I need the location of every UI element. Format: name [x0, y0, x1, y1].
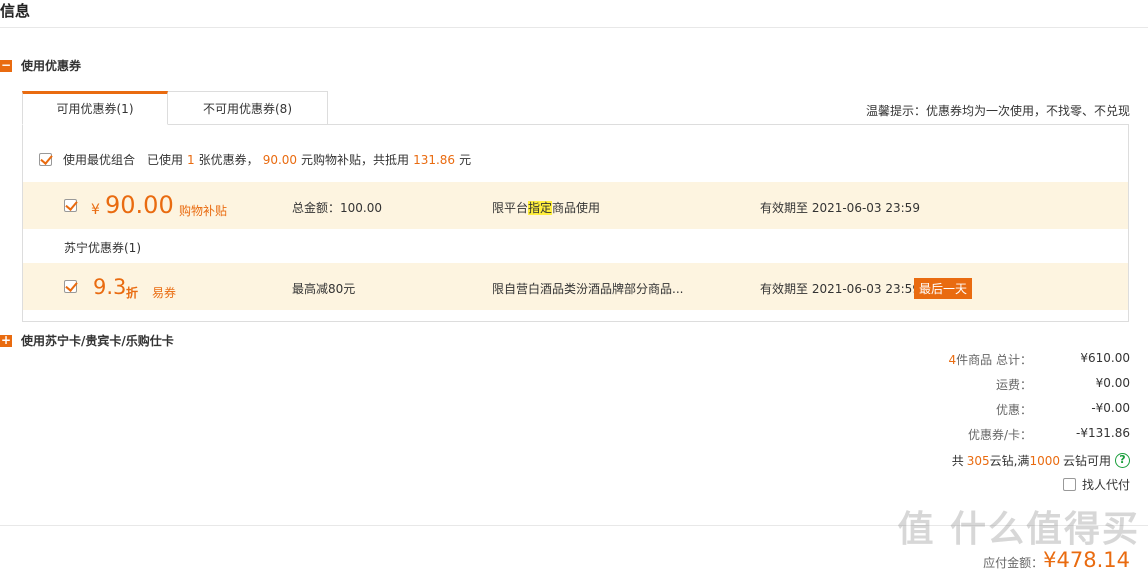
diamond-pre: 共: [951, 454, 964, 468]
coupon-total-value: -¥131.86: [1076, 426, 1130, 440]
optimal-used-pre: 已使用: [147, 153, 184, 167]
coupon-subsidy-checkbox[interactable]: [64, 199, 77, 212]
watermark-logo: 值 什么值得买: [897, 509, 1140, 550]
card-section-header[interactable]: + 使用苏宁卡/贵宾卡/乐购仕卡: [0, 332, 174, 349]
goods-total: ¥610.00: [1080, 351, 1130, 365]
optimal-subsidy-amount: 90.00: [262, 152, 298, 167]
discount-value: -¥0.00: [1091, 401, 1130, 415]
optimal-used-count: 1: [187, 152, 195, 167]
coupon-subsidy-type: 购物补贴: [179, 204, 228, 218]
proxy-pay-line[interactable]: 找人代付: [1062, 476, 1130, 493]
suning-coupon-group-label: 苏宁优惠券(1): [64, 241, 141, 255]
diamond-mid: 云钻,满: [989, 454, 1030, 468]
optimal-combo-checkbox[interactable]: [39, 153, 52, 166]
optimal-combo-label: 使用最优组合: [63, 153, 136, 167]
optimal-used-mid: 张优惠券，: [198, 153, 259, 167]
coupon-subsidy-scope: 限平台指定商品使用: [492, 201, 601, 215]
coupon-row-discount[interactable]: 9.3 折 易券 最高减80元 限自营白酒品类汾酒品牌部分商品... 有效期至 …: [23, 263, 1128, 310]
coupon-subsidy-currency: ¥: [91, 202, 100, 218]
coupon-discount-expiry: 有效期至 2021-06-03 23:59: [760, 282, 920, 296]
discount-label: 优惠：: [995, 403, 1032, 417]
payable-label: 应付金额：: [983, 556, 1044, 570]
diamond-line: 共 305 云钻,满 1000 云钻可用 ?: [952, 452, 1130, 469]
optimal-unit: 元: [459, 153, 472, 167]
summary-coupon-line: 优惠券/卡： -¥131.86: [968, 426, 1130, 443]
summary-goods-line: 4件商品 总计： ¥610.00: [949, 351, 1130, 368]
coupon-section-header[interactable]: − 使用优惠券: [0, 57, 81, 74]
proxy-pay-checkbox[interactable]: [1062, 478, 1076, 491]
optimal-total: 131.86: [413, 152, 456, 167]
coupon-total-label: 优惠券/卡：: [967, 428, 1032, 442]
coupon-tip: 温馨提示：优惠券均为一次使用，不找零、不兑现: [865, 104, 1130, 118]
optimal-subsidy-mid: 元购物补贴，共抵用: [301, 153, 410, 167]
diamond-post: 云钻可用: [1062, 454, 1111, 468]
coupon-subsidy-condition: 总金额：100.00: [292, 201, 382, 215]
tab-available-coupons[interactable]: 可用优惠券(1): [22, 91, 168, 125]
coupon-discount-condition: 最高减80元: [292, 282, 356, 296]
collapse-icon[interactable]: −: [0, 59, 12, 72]
coupon-subsidy-amount: 90.00: [105, 191, 174, 219]
coupon-subsidy-expiry: 有效期至 2021-06-03 23:59: [760, 201, 920, 215]
shipping-value: ¥0.00: [1095, 376, 1130, 390]
diamond-threshold: 1000: [1029, 453, 1060, 468]
page-title: 信息: [0, 2, 31, 20]
coupon-row-subsidy[interactable]: ¥ 90.00 购物补贴 总金额：100.00 限平台指定商品使用 有效期至 2…: [23, 182, 1128, 229]
coupon-discount-type: 易券: [152, 286, 177, 300]
coupon-discount-scope: 限自营白酒品类汾酒品牌部分商品...: [492, 282, 684, 296]
title-divider: [0, 27, 1148, 28]
coupon-discount-checkbox[interactable]: [64, 280, 77, 293]
scope-highlight: 指定: [528, 201, 553, 215]
summary-shipping-line: 运费： ¥0.00: [996, 376, 1130, 393]
expand-icon[interactable]: +: [0, 334, 12, 347]
goods-label: 件商品 总计：: [956, 353, 1032, 367]
card-section-label: 使用苏宁卡/贵宾卡/乐购仕卡: [21, 334, 174, 348]
last-day-badge: 最后一天: [914, 278, 973, 299]
summary-discount-line: 优惠： -¥0.00: [996, 401, 1130, 418]
coupon-discount-amount: 9.3: [93, 275, 127, 299]
help-icon[interactable]: ?: [1115, 453, 1130, 468]
optimal-combo-row: 使用最优组合 已使用 1 张优惠券， 90.00 元购物补贴，共抵用 131.8…: [39, 151, 471, 168]
coupon-section-label: 使用优惠券: [21, 59, 82, 73]
tab-unavailable-coupons[interactable]: 不可用优惠券(8): [168, 91, 328, 125]
coupon-panel: 使用最优组合 已使用 1 张优惠券， 90.00 元购物补贴，共抵用 131.8…: [22, 124, 1129, 322]
proxy-pay-label: 找人代付: [1081, 478, 1130, 492]
diamond-count: 305: [966, 453, 990, 468]
coupon-discount-unit: 折: [126, 286, 139, 300]
coupon-tabs: 可用优惠券(1) 不可用优惠券(8): [22, 91, 328, 125]
shipping-label: 运费：: [995, 378, 1032, 392]
